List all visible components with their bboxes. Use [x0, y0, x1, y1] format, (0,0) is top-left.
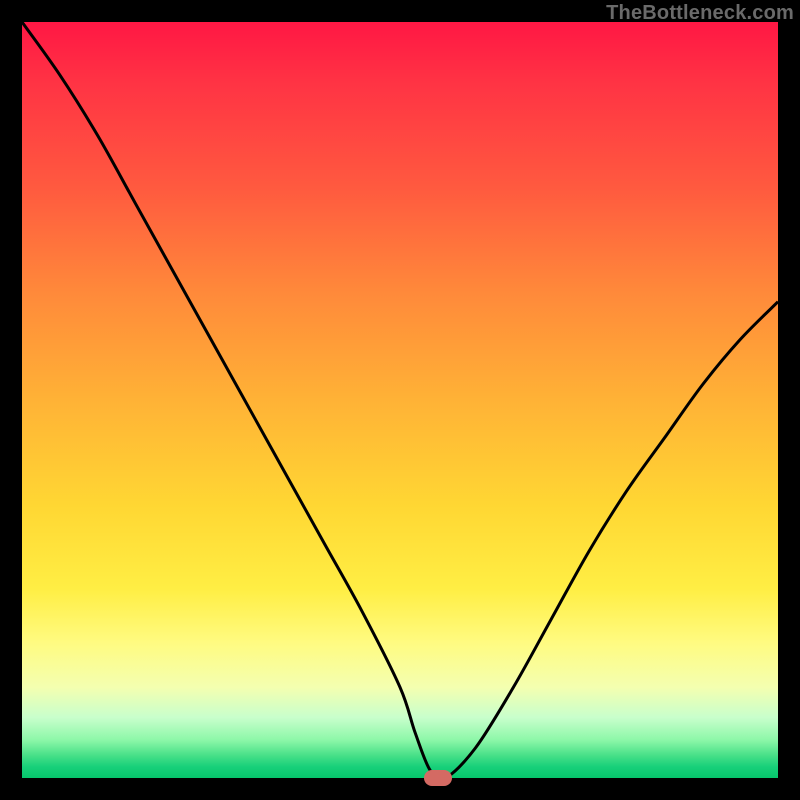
bottleneck-curve-svg	[22, 22, 778, 778]
optimal-point-marker	[424, 770, 452, 786]
chart-frame: TheBottleneck.com	[0, 0, 800, 800]
watermark-text: TheBottleneck.com	[606, 2, 794, 25]
bottleneck-curve-path	[22, 22, 778, 779]
